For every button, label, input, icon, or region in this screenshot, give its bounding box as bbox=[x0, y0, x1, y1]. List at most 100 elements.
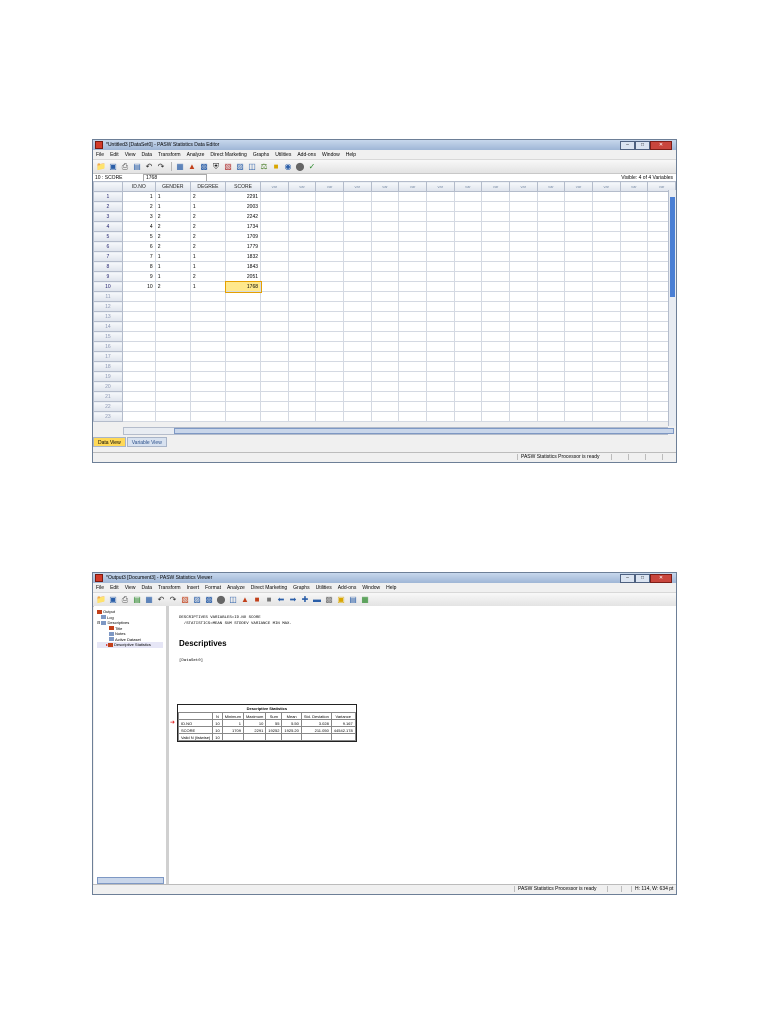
empty-cell[interactable] bbox=[481, 221, 510, 232]
empty-cell[interactable] bbox=[453, 321, 483, 332]
empty-column-header[interactable]: var bbox=[425, 181, 455, 192]
empty-cell[interactable] bbox=[398, 311, 427, 322]
empty-cell[interactable] bbox=[425, 351, 455, 362]
empty-cell[interactable] bbox=[287, 311, 317, 322]
empty-cell[interactable] bbox=[508, 251, 538, 262]
empty-cell[interactable] bbox=[425, 291, 455, 302]
empty-cell[interactable] bbox=[154, 301, 191, 312]
cell-id-no[interactable]: 5 bbox=[121, 231, 156, 242]
row-number[interactable]: 5 bbox=[93, 231, 123, 242]
empty-cell[interactable] bbox=[481, 261, 510, 272]
insert-heading-icon[interactable]: ▣ bbox=[336, 595, 346, 605]
empty-cell[interactable] bbox=[398, 391, 427, 402]
empty-cell[interactable] bbox=[260, 311, 289, 322]
empty-cell[interactable] bbox=[619, 211, 649, 222]
empty-cell[interactable] bbox=[481, 391, 510, 402]
cell-score[interactable]: 2291 bbox=[225, 191, 262, 202]
empty-cell[interactable] bbox=[481, 351, 510, 362]
empty-cell[interactable] bbox=[564, 231, 593, 242]
empty-cell[interactable] bbox=[536, 321, 566, 332]
spelling-icon[interactable]: ✓ bbox=[307, 162, 317, 172]
empty-cell[interactable] bbox=[287, 231, 317, 242]
empty-cell[interactable] bbox=[370, 401, 400, 412]
empty-cell[interactable] bbox=[619, 341, 649, 352]
empty-cell[interactable] bbox=[619, 271, 649, 282]
cell-gender[interactable]: 1 bbox=[154, 261, 191, 272]
empty-cell[interactable] bbox=[564, 381, 593, 392]
cell-gender[interactable]: 1 bbox=[154, 251, 191, 262]
empty-cell[interactable] bbox=[287, 201, 317, 212]
empty-cell[interactable] bbox=[342, 251, 372, 262]
empty-cell[interactable] bbox=[189, 331, 227, 342]
empty-cell[interactable] bbox=[536, 251, 566, 262]
empty-cell[interactable] bbox=[481, 311, 510, 322]
empty-column-header[interactable]: var bbox=[481, 181, 510, 192]
menu-help[interactable]: Help bbox=[386, 585, 396, 591]
empty-cell[interactable] bbox=[398, 331, 427, 342]
cell-gender[interactable]: 1 bbox=[154, 271, 191, 282]
empty-cell[interactable] bbox=[619, 281, 649, 292]
menu-transform[interactable]: Transform bbox=[158, 152, 181, 158]
empty-cell[interactable] bbox=[536, 291, 566, 302]
empty-cell[interactable] bbox=[260, 291, 289, 302]
maximize-button[interactable]: □ bbox=[635, 574, 650, 583]
empty-cell[interactable] bbox=[370, 201, 400, 212]
empty-cell[interactable] bbox=[564, 251, 593, 262]
empty-cell[interactable] bbox=[287, 251, 317, 262]
empty-cell[interactable] bbox=[453, 411, 483, 422]
empty-cell[interactable] bbox=[453, 251, 483, 262]
cell-score[interactable]: 2051 bbox=[225, 271, 262, 282]
empty-cell[interactable] bbox=[398, 401, 427, 412]
empty-cell[interactable] bbox=[154, 411, 191, 422]
empty-cell[interactable] bbox=[425, 251, 455, 262]
print-preview-icon[interactable]: ▤ bbox=[132, 595, 142, 605]
empty-cell[interactable] bbox=[225, 411, 262, 422]
empty-cell[interactable] bbox=[619, 231, 649, 242]
empty-cell[interactable] bbox=[398, 241, 427, 252]
empty-cell[interactable] bbox=[536, 341, 566, 352]
empty-cell[interactable] bbox=[287, 381, 317, 392]
split-file-icon[interactable]: ◫ bbox=[247, 162, 257, 172]
empty-cell[interactable] bbox=[225, 401, 262, 412]
cell-degree[interactable]: 2 bbox=[189, 231, 227, 242]
empty-cell[interactable] bbox=[370, 341, 400, 352]
empty-cell[interactable] bbox=[453, 291, 483, 302]
empty-cell[interactable] bbox=[481, 361, 510, 372]
dialog-recall-icon[interactable]: ▤ bbox=[132, 162, 142, 172]
cell-id-no[interactable]: 8 bbox=[121, 261, 156, 272]
empty-cell[interactable] bbox=[481, 291, 510, 302]
empty-cell[interactable] bbox=[342, 361, 372, 372]
empty-cell[interactable] bbox=[225, 301, 262, 312]
empty-cell[interactable] bbox=[189, 381, 227, 392]
empty-cell[interactable] bbox=[260, 301, 289, 312]
empty-cell[interactable] bbox=[481, 411, 510, 422]
empty-cell[interactable] bbox=[536, 281, 566, 292]
empty-cell[interactable] bbox=[370, 311, 400, 322]
tab-variable-view[interactable]: Variable View bbox=[126, 437, 167, 447]
empty-cell[interactable] bbox=[287, 371, 317, 382]
empty-cell[interactable] bbox=[591, 341, 621, 352]
empty-cell[interactable] bbox=[315, 271, 344, 282]
empty-cell[interactable] bbox=[508, 361, 538, 372]
empty-cell[interactable] bbox=[315, 261, 344, 272]
empty-cell[interactable] bbox=[287, 401, 317, 412]
empty-column-header[interactable]: var bbox=[370, 181, 400, 192]
empty-cell[interactable] bbox=[591, 281, 621, 292]
empty-cell[interactable] bbox=[315, 301, 344, 312]
empty-cell[interactable] bbox=[315, 311, 344, 322]
empty-cell[interactable] bbox=[121, 311, 156, 322]
menu-data[interactable]: Data bbox=[141, 152, 152, 158]
empty-cell[interactable] bbox=[154, 381, 191, 392]
empty-cell[interactable] bbox=[453, 211, 483, 222]
empty-cell[interactable] bbox=[287, 411, 317, 422]
promote-left-icon[interactable]: ⬅ bbox=[276, 595, 286, 605]
row-number[interactable]: 12 bbox=[93, 301, 123, 312]
empty-cell[interactable] bbox=[398, 211, 427, 222]
empty-cell[interactable] bbox=[342, 321, 372, 332]
empty-cell[interactable] bbox=[508, 211, 538, 222]
empty-cell[interactable] bbox=[591, 411, 621, 422]
empty-cell[interactable] bbox=[508, 331, 538, 342]
empty-cell[interactable] bbox=[453, 221, 483, 232]
empty-cell[interactable] bbox=[398, 381, 427, 392]
menu-window[interactable]: Window bbox=[362, 585, 380, 591]
